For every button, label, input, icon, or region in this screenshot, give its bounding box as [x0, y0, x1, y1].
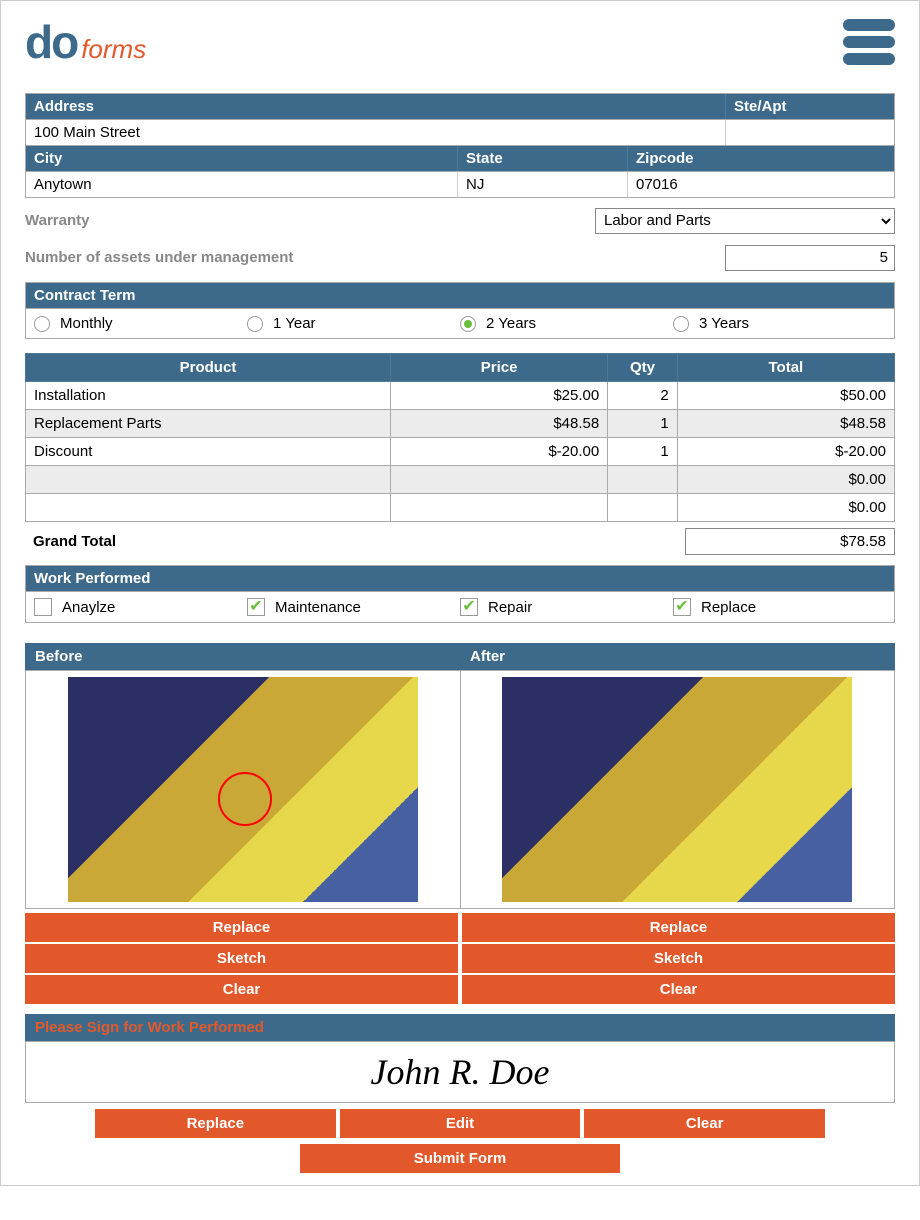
contract-radio[interactable]: [247, 316, 263, 332]
value-cell[interactable]: $25.00: [390, 382, 607, 410]
table-row: Replacement Parts$48.581$48.58: [26, 410, 895, 438]
state-label: State: [458, 146, 628, 171]
value-cell[interactable]: [390, 466, 607, 494]
product-cell[interactable]: Installation: [26, 382, 391, 410]
assets-label: Number of assets under management: [25, 243, 293, 272]
assets-input[interactable]: [725, 245, 895, 271]
value-cell[interactable]: $0.00: [677, 494, 894, 522]
address-label: Address: [26, 94, 726, 119]
product-cell[interactable]: Discount: [26, 438, 391, 466]
state-field[interactable]: NJ: [458, 172, 628, 197]
product-header: Price: [390, 354, 607, 382]
zip-field[interactable]: 07016: [628, 172, 894, 197]
grand-total-label: Grand Total: [25, 533, 116, 550]
value-cell[interactable]: $50.00: [677, 382, 894, 410]
work-label: Repair: [488, 599, 532, 616]
city-field[interactable]: Anytown: [26, 172, 458, 197]
signature-field[interactable]: John R. Doe: [25, 1041, 895, 1103]
product-header: Qty: [608, 354, 678, 382]
ste-label: Ste/Apt: [726, 94, 894, 119]
sig-edit-button[interactable]: Edit: [340, 1109, 581, 1138]
contract-option-label: 2 Years: [486, 315, 536, 332]
before-clear-button[interactable]: Clear: [25, 975, 458, 1004]
product-header: Product: [26, 354, 391, 382]
warranty-select[interactable]: Labor and Parts: [595, 208, 895, 234]
table-row: Discount$-20.001$-20.00: [26, 438, 895, 466]
product-cell[interactable]: [26, 466, 391, 494]
work-checkbox[interactable]: ✔: [460, 598, 478, 616]
submit-button[interactable]: Submit Form: [300, 1144, 620, 1173]
product-header: Total: [677, 354, 894, 382]
table-row: $0.00: [26, 466, 895, 494]
ste-field[interactable]: [726, 120, 894, 145]
value-cell[interactable]: 2: [608, 382, 678, 410]
zip-label: Zipcode: [628, 146, 894, 171]
contract-radio[interactable]: [34, 316, 50, 332]
before-photo[interactable]: [68, 677, 418, 902]
value-cell[interactable]: [608, 466, 678, 494]
menu-icon[interactable]: [843, 19, 895, 65]
table-row: Installation$25.002$50.00: [26, 382, 895, 410]
after-clear-button[interactable]: Clear: [462, 975, 895, 1004]
product-cell[interactable]: [26, 494, 391, 522]
table-row: $0.00: [26, 494, 895, 522]
after-label: After: [460, 643, 895, 670]
contract-radio[interactable]: [673, 316, 689, 332]
value-cell[interactable]: [390, 494, 607, 522]
value-cell[interactable]: $-20.00: [677, 438, 894, 466]
sig-replace-button[interactable]: Replace: [95, 1109, 336, 1138]
value-cell[interactable]: $-20.00: [390, 438, 607, 466]
before-sketch-button[interactable]: Sketch: [25, 944, 458, 973]
warranty-label: Warranty: [25, 206, 89, 235]
value-cell[interactable]: [608, 494, 678, 522]
value-cell[interactable]: $48.58: [390, 410, 607, 438]
work-header: Work Performed: [25, 565, 895, 592]
after-sketch-button[interactable]: Sketch: [462, 944, 895, 973]
logo: do forms: [25, 15, 146, 69]
address-field[interactable]: 100 Main Street: [26, 120, 726, 145]
work-checkbox[interactable]: ✔: [247, 598, 265, 616]
contract-header: Contract Term: [25, 282, 895, 309]
contract-option-label: 1 Year: [273, 315, 316, 332]
sig-clear-button[interactable]: Clear: [584, 1109, 825, 1138]
before-label: Before: [25, 643, 460, 670]
contract-radio[interactable]: [460, 316, 476, 332]
signature-header: Please Sign for Work Performed: [25, 1014, 895, 1041]
value-cell[interactable]: 1: [608, 410, 678, 438]
after-replace-button[interactable]: Replace: [462, 913, 895, 942]
work-label: Anaylze: [62, 599, 115, 616]
work-checkbox[interactable]: [34, 598, 52, 616]
city-label: City: [26, 146, 458, 171]
value-cell[interactable]: $48.58: [677, 410, 894, 438]
work-label: Replace: [701, 599, 756, 616]
before-replace-button[interactable]: Replace: [25, 913, 458, 942]
product-cell[interactable]: Replacement Parts: [26, 410, 391, 438]
contract-option-label: 3 Years: [699, 315, 749, 332]
grand-total-value: $78.58: [685, 528, 895, 555]
value-cell[interactable]: 1: [608, 438, 678, 466]
after-photo[interactable]: [502, 677, 852, 902]
work-label: Maintenance: [275, 599, 361, 616]
value-cell[interactable]: $0.00: [677, 466, 894, 494]
contract-option-label: Monthly: [60, 315, 113, 332]
product-table: ProductPriceQtyTotal Installation$25.002…: [25, 353, 895, 522]
work-checkbox[interactable]: ✔: [673, 598, 691, 616]
